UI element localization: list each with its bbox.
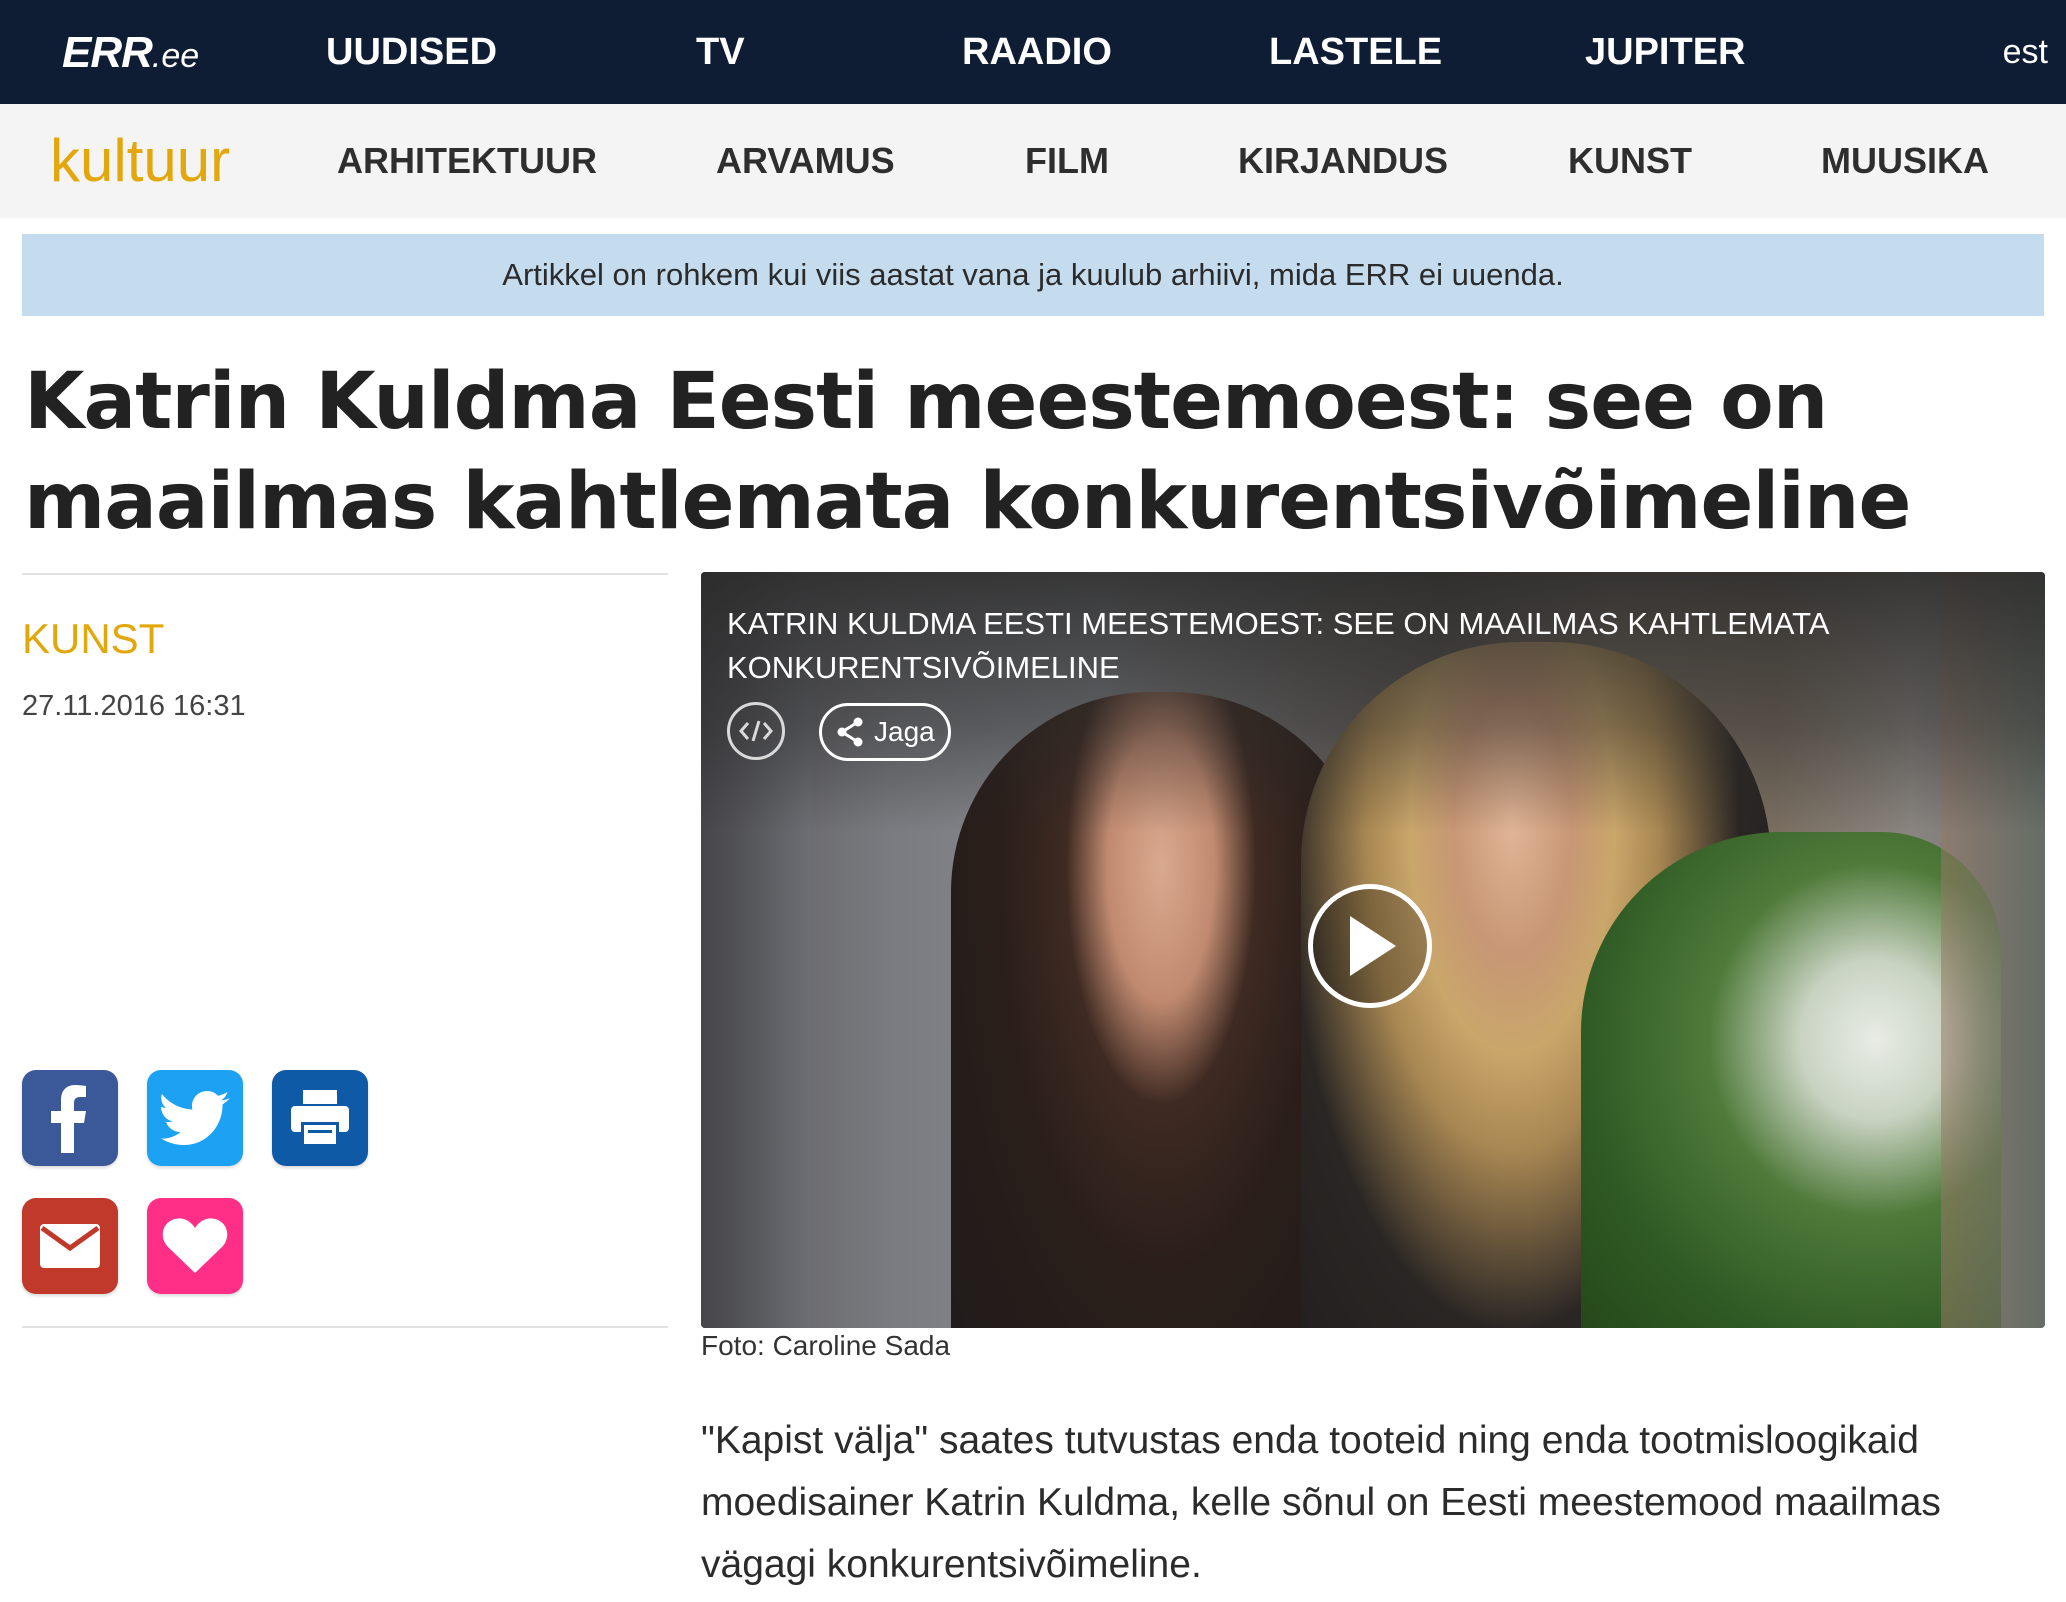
section-nav-arvamus[interactable]: ARVAMUS — [716, 134, 895, 188]
email-icon — [40, 1224, 100, 1268]
video-photo-flower-bouquet — [1581, 832, 2001, 1328]
twitter-icon — [161, 1091, 230, 1145]
err-logo[interactable]: ERR.ee — [62, 26, 199, 80]
code-icon — [739, 720, 773, 742]
nav-item-uudised[interactable]: UUDISED — [326, 24, 497, 80]
archive-notice: Artikkel on rohkem kui viis aastat vana … — [22, 234, 2044, 316]
nav-item-jupiter[interactable]: JUPITER — [1585, 24, 1745, 80]
print-icon — [291, 1090, 349, 1144]
facebook-share-button[interactable] — [22, 1070, 118, 1166]
embed-button[interactable] — [727, 702, 785, 760]
section-navigation-bar: kultuur ARHITEKTUUR ARVAMUS FILM KIRJAND… — [0, 104, 2066, 218]
nav-item-tv[interactable]: TV — [696, 24, 745, 80]
article-headline: Katrin Kuldma Eesti meestemoest: see on … — [24, 357, 1911, 547]
section-nav-kirjandus[interactable]: KIRJANDUS — [1238, 134, 1448, 188]
video-title: Katrin Kuldma Eesti meestemoest: see on … — [727, 606, 1828, 685]
article-lead: "Kapist välja" saates tutvustas enda too… — [701, 1419, 1941, 1586]
play-button[interactable] — [1308, 884, 1432, 1008]
meta-divider-bottom — [22, 1326, 668, 1328]
share-video-button[interactable]: Jaga — [819, 703, 951, 761]
email-share-button[interactable] — [22, 1198, 118, 1294]
play-icon — [1350, 916, 1396, 976]
share-icon — [837, 717, 863, 747]
heart-icon — [162, 1218, 228, 1273]
section-logo-kultuur[interactable]: kultuur — [50, 126, 230, 196]
facebook-icon — [51, 1085, 86, 1153]
share-video-label: Jaga — [874, 716, 935, 747]
video-player[interactable]: Katrin Kuldma Eesti meestemoest: see on … — [701, 572, 2045, 1328]
logo-text: ERR — [62, 28, 153, 77]
article-date: 27.11.2016 16:31 — [22, 690, 246, 722]
section-nav-arhitektuur[interactable]: ARHITEKTUUR — [337, 134, 597, 188]
nav-item-lastele[interactable]: LASTELE — [1269, 24, 1442, 80]
photo-caption: Foto: Caroline Sada — [701, 1330, 951, 1361]
nav-item-raadio[interactable]: RAADIO — [962, 24, 1112, 80]
favorite-button[interactable] — [147, 1198, 243, 1294]
section-nav-film[interactable]: FILM — [1025, 134, 1109, 188]
print-button[interactable] — [272, 1070, 368, 1166]
twitter-share-button[interactable] — [147, 1070, 243, 1166]
article-category[interactable]: KUNST — [22, 612, 164, 666]
language-selector[interactable]: est — [2003, 24, 2048, 80]
meta-divider-top — [22, 573, 668, 575]
section-nav-muusika[interactable]: MUUSIKA — [1821, 134, 1989, 188]
section-nav-kunst[interactable]: KUNST — [1568, 134, 1692, 188]
logo-suffix: .ee — [151, 37, 200, 75]
top-navigation-bar: ERR.ee UUDISED TV RAADIO LASTELE JUPITER… — [0, 0, 2066, 104]
